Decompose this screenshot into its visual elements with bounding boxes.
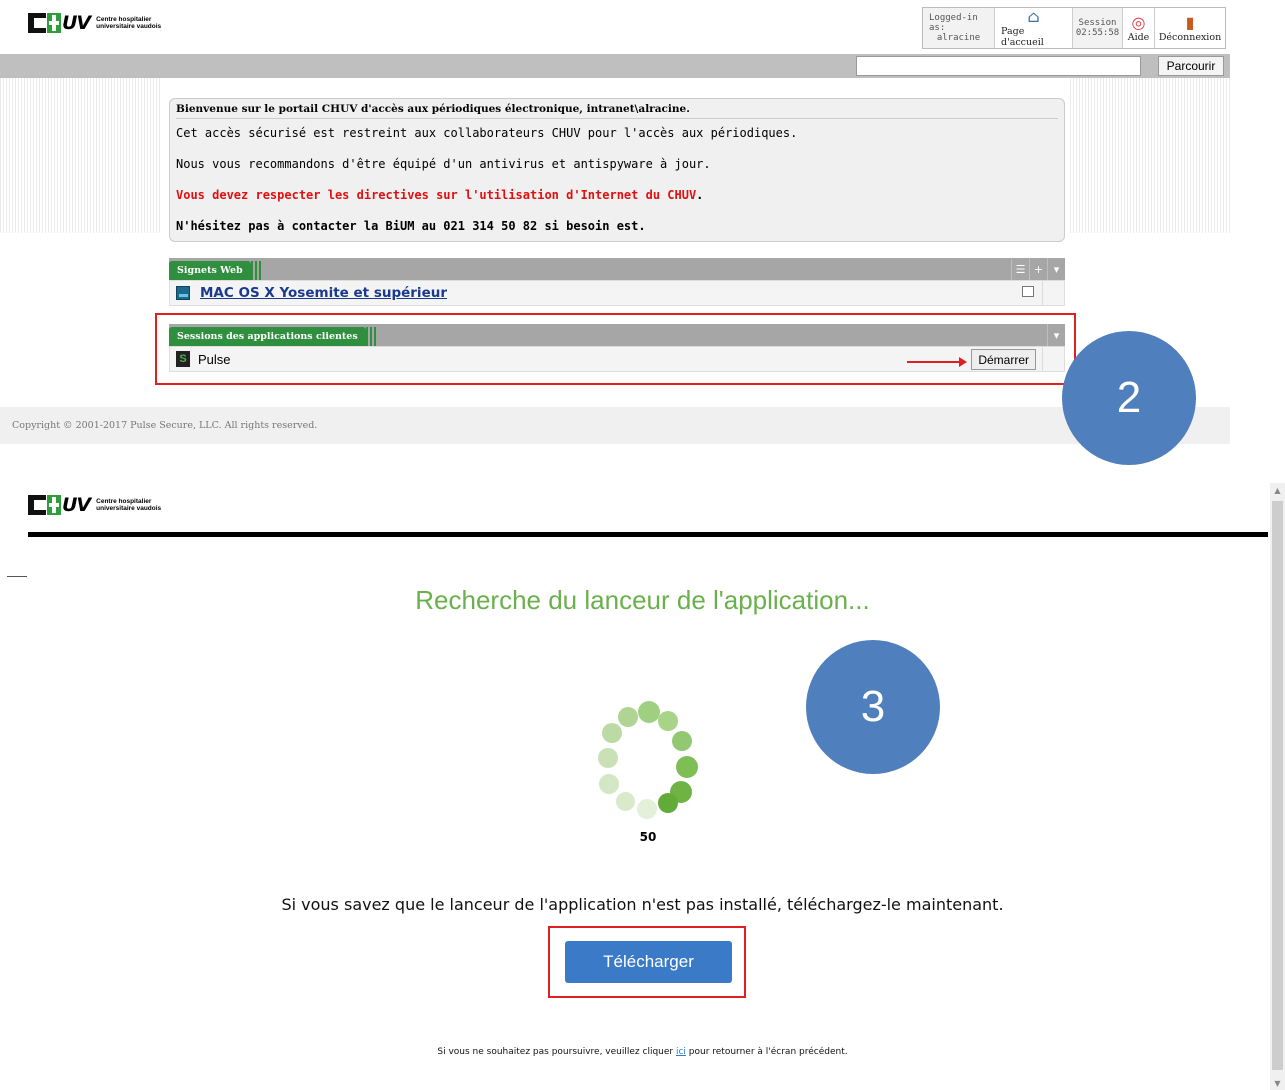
door-icon: ▮: [1185, 12, 1195, 32]
portal-page: UV Centre hospitalier universitaire vaudo…: [0, 0, 1230, 448]
bookmarks-panel-header: Signets Web ☰ + ▾: [169, 258, 1065, 280]
list-icon[interactable]: ☰: [1011, 258, 1029, 280]
spinner-dot: [672, 731, 692, 751]
chuv-logo-text: Centre hospitalier universitaire vaudois: [96, 16, 162, 30]
logout-button[interactable]: ▮ Déconnexion: [1155, 8, 1225, 48]
spinner-dot: [602, 723, 622, 743]
new-window-icon[interactable]: [1022, 286, 1034, 297]
lifebuoy-icon: ◎: [1131, 12, 1146, 32]
welcome-line-contact: N'hésitez pas à contacter la BiUM au 021…: [176, 219, 646, 233]
scroll-up-icon[interactable]: ▲: [1270, 483, 1285, 497]
header-divider: [28, 532, 1268, 537]
chevron-down-icon[interactable]: ▾: [1047, 258, 1065, 280]
background-stripes-right: [1070, 78, 1230, 233]
spinner-dot: [598, 748, 618, 768]
spinner-dot: [638, 701, 660, 723]
welcome-line-antivirus: Nous vous recommandons d'être équipé d'u…: [176, 157, 711, 171]
step-2-marker: 2: [1062, 331, 1196, 465]
install-hint-text: Si vous savez que le lanceur de l'applic…: [281, 895, 1004, 914]
home-icon: ⌂: [1027, 7, 1040, 26]
loading-spinner: [594, 701, 702, 819]
top-navigation: Logged-in as: alracine ⌂ Page d'accueil …: [922, 7, 1226, 49]
spinner-dot: [658, 793, 678, 813]
welcome-line-directives: Vous devez respecter les directives sur …: [176, 188, 704, 202]
add-icon[interactable]: +: [1029, 258, 1047, 280]
download-button[interactable]: Télécharger: [565, 941, 732, 983]
home-button[interactable]: ⌂ Page d'accueil: [995, 8, 1073, 48]
bookmarks-panel-tools: ☰ + ▾: [1011, 258, 1065, 280]
progress-counter: 50: [639, 830, 657, 844]
welcome-line-access: Cet accès sécurisé est restreint aux col…: [176, 126, 798, 140]
chuv-logo-launcher: UV Centre hospitalier universitaire vaudo…: [28, 494, 161, 516]
spinner-dot: [618, 707, 638, 727]
welcome-box: Bienvenue sur le portail CHUV d'accès au…: [169, 98, 1065, 242]
red-arrow-annotation: [907, 357, 967, 367]
go-back-text: Si vous ne souhaitez pas poursuivre, veu…: [437, 1047, 848, 1057]
spinner-dot: [599, 774, 619, 794]
bookmarks-panel: Signets Web ☰ + ▾ MAC OS X Yosemite et s…: [169, 258, 1065, 306]
step-3-marker: 3: [806, 640, 940, 774]
vertical-scrollbar[interactable]: ▲ ▼: [1270, 483, 1285, 1090]
chuv-logo-text: Centre hospitalier universitaire vaudois: [96, 498, 162, 512]
bookmarks-panel-tab: Signets Web: [169, 261, 251, 280]
session-timer: Session 02:55:58: [1073, 8, 1123, 48]
web-link-icon: [176, 286, 190, 300]
search-input[interactable]: [856, 56, 1141, 76]
scroll-down-icon[interactable]: ▼: [1270, 1076, 1285, 1090]
spinner-dot: [616, 792, 635, 811]
highlight-box-sessions: [155, 313, 1076, 385]
logged-in-info: Logged-in as: alracine: [923, 8, 995, 48]
background-stripes-left: [0, 78, 160, 233]
chuv-logo-mark: UV: [28, 494, 91, 516]
divider-dash: [7, 576, 27, 577]
chuv-logo-mark: UV: [28, 12, 91, 34]
scrollbar-thumb[interactable]: [1272, 501, 1283, 1070]
welcome-title: Bienvenue sur le portail CHUV d'accès au…: [176, 103, 1058, 119]
spinner-dot: [658, 711, 678, 731]
spinner-dot: [676, 756, 698, 778]
copyright-footer: Copyright © 2001-2017 Pulse Secure, LLC.…: [0, 407, 1230, 444]
go-back-link[interactable]: ici: [676, 1047, 686, 1057]
browse-button[interactable]: Parcourir: [1158, 56, 1224, 76]
bookmark-row: MAC OS X Yosemite et supérieur: [169, 280, 1065, 306]
launcher-title: Recherche du lanceur de l'application...: [415, 585, 870, 615]
help-button[interactable]: ◎ Aide: [1123, 8, 1155, 48]
bookmark-link[interactable]: MAC OS X Yosemite et supérieur: [200, 285, 447, 301]
chuv-logo: UV Centre hospitalier universitaire vaudo…: [28, 12, 161, 34]
spinner-dot: [637, 799, 657, 819]
